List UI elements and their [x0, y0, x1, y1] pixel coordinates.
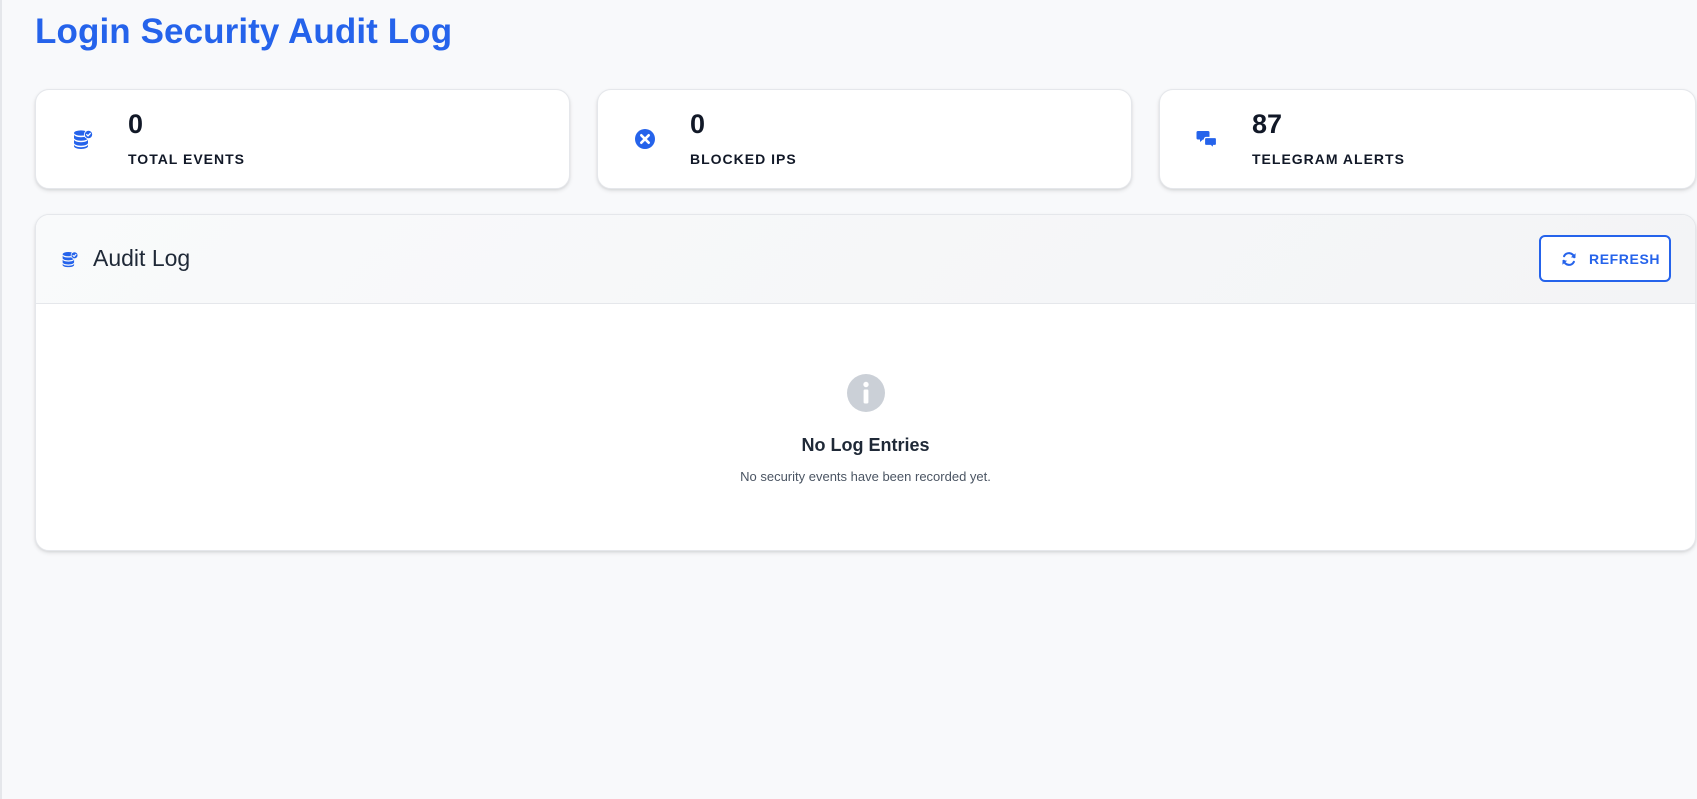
stats-row: 0 Total Events 0 Blocked IPs 87 Telegram… [35, 89, 1697, 189]
audit-log-header: Audit Log Refresh [36, 215, 1695, 304]
circle-x-icon [635, 129, 655, 149]
empty-state-text: No security events have been recorded ye… [740, 469, 991, 484]
empty-state: No Log Entries No security events have b… [36, 304, 1695, 550]
refresh-button[interactable]: Refresh [1539, 235, 1671, 282]
chat-bubbles-icon [1196, 131, 1218, 150]
audit-log-title: Audit Log [93, 245, 191, 271]
database-check-icon [74, 129, 94, 149]
info-circle-icon [846, 374, 885, 412]
stat-label: Blocked IPs [690, 151, 797, 167]
empty-state-title: No Log Entries [801, 435, 930, 455]
refresh-button-label: Refresh [1589, 251, 1661, 267]
stat-card-telegram-alerts: 87 Telegram Alerts [1159, 89, 1696, 189]
stat-label: Telegram Alerts [1252, 151, 1405, 167]
database-check-icon [62, 251, 79, 268]
stat-value: 87 [1252, 109, 1283, 139]
refresh-icon [1562, 252, 1576, 266]
audit-log-panel: Audit Log Refresh No Log Entries No secu… [35, 214, 1696, 551]
stat-card-blocked-ips: 0 Blocked IPs [597, 89, 1132, 189]
stat-card-total-events: 0 Total Events [35, 89, 570, 189]
stat-value: 0 [690, 109, 706, 139]
page-title: Login Security Audit Log [35, 12, 453, 51]
stat-label: Total Events [128, 151, 246, 167]
stat-value: 0 [128, 109, 144, 139]
